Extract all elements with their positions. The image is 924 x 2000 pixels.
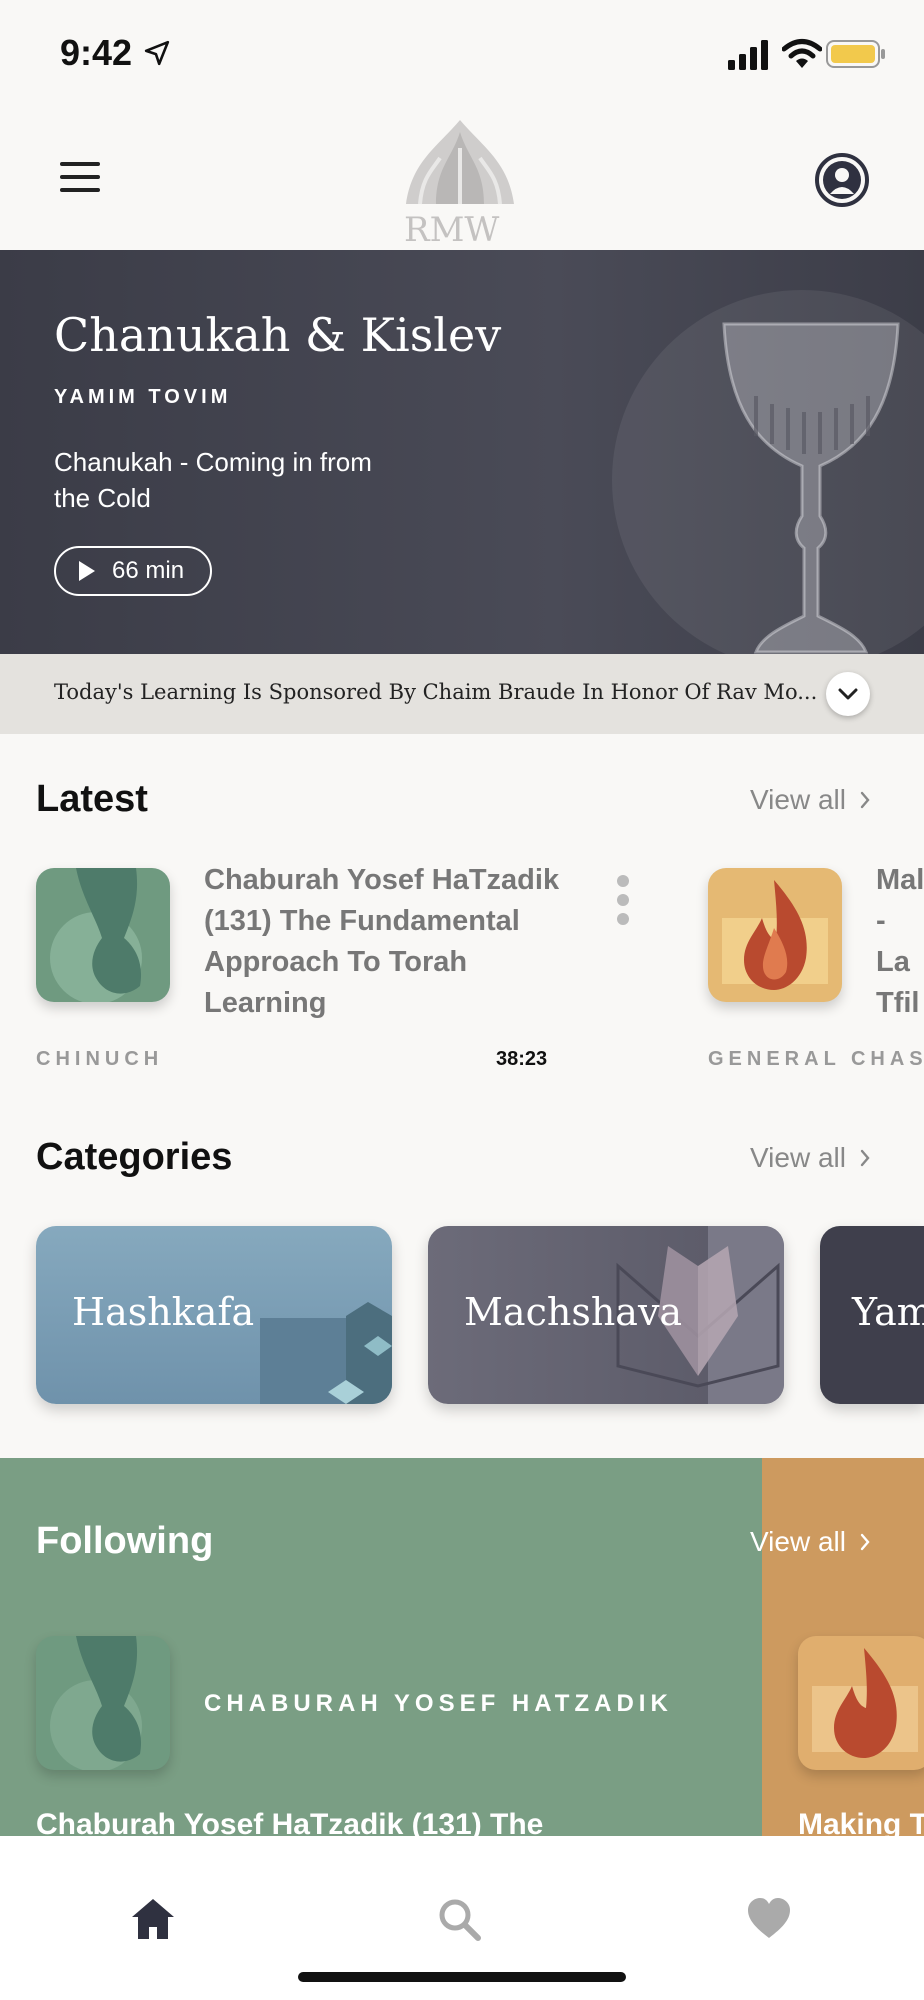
rmw-logo: RMW <box>396 118 524 250</box>
status-time: 9:42 <box>60 32 133 73</box>
logo-text: RMW <box>404 210 500 250</box>
following-view-all-link[interactable]: View all <box>750 1526 870 1558</box>
latest-title: Latest <box>36 778 148 820</box>
categories-view-all-link[interactable]: View all <box>750 1142 870 1174</box>
play-icon <box>79 561 95 581</box>
flame-image <box>722 880 828 990</box>
search-icon[interactable] <box>436 1896 482 1942</box>
chevron-right-icon <box>860 791 870 809</box>
hero-duration: 66 min <box>112 557 185 584</box>
categories-title: Categories <box>36 1136 233 1178</box>
chevron-right-icon <box>860 1533 870 1551</box>
hand-image <box>50 1636 142 1770</box>
latest-view-all-link[interactable]: View all <box>750 784 870 816</box>
hand-image <box>50 868 142 1002</box>
heart-icon[interactable] <box>746 1896 792 1942</box>
hero-title: Chanukah & Kislev <box>54 308 502 362</box>
category-card-machshava[interactable]: Machshava <box>428 1226 784 1404</box>
latest-item-thumbnail[interactable] <box>708 868 842 1002</box>
following-thumbnail <box>36 1636 170 1770</box>
sponsor-expand-button[interactable] <box>826 672 870 716</box>
hamburger-menu-icon[interactable] <box>58 160 102 194</box>
category-label: Yam <box>852 1290 924 1334</box>
category-label: Hashkafa <box>72 1290 255 1334</box>
location-arrow-icon <box>144 40 170 66</box>
view-all-label: View all <box>750 1142 846 1173</box>
featured-hero-card[interactable]: Chanukah & Kislev YAMIM TOVIM Chanukah -… <box>0 250 924 654</box>
latest-item-duration: 38:23 <box>496 1048 548 1070</box>
following-series-name: CHABURAH YOSEF HATZADIK <box>204 1690 673 1717</box>
home-indicator <box>298 1972 626 1982</box>
latest-item-thumbnail[interactable] <box>36 868 170 1002</box>
sponsor-text: Today's Learning Is Sponsored By Chaim B… <box>54 680 818 704</box>
chevron-down-icon <box>838 688 858 700</box>
latest-item-title[interactable]: Chaburah Yosef HaTzadik (131) The Fundam… <box>204 860 574 1024</box>
wifi-icon <box>782 39 822 68</box>
view-all-label: View all <box>750 784 846 815</box>
latest-item-category: CHINUCH <box>36 1048 164 1070</box>
view-all-label: View all <box>750 1526 846 1557</box>
latest-item-category: GENERAL CHAS <box>708 1048 924 1070</box>
chevron-right-icon <box>860 1149 870 1167</box>
following-thumbnail <box>798 1636 924 1770</box>
category-card-hashkafa[interactable]: Hashkafa <box>36 1226 392 1404</box>
cubes-image <box>260 1302 392 1404</box>
category-label: Machshava <box>464 1290 683 1334</box>
hero-play-button[interactable]: 66 min <box>54 546 212 596</box>
more-options-icon[interactable] <box>616 874 630 926</box>
cellular-signal-icon <box>728 40 768 70</box>
following-title: Following <box>36 1520 214 1562</box>
hero-description: Chanukah - Coming in from the Cold <box>54 447 372 513</box>
profile-icon[interactable] <box>814 152 870 208</box>
battery-icon <box>826 40 885 68</box>
latest-item-title[interactable]: Mal - La Tfil <box>876 860 924 1024</box>
hero-subtitle: YAMIM TOVIM <box>54 386 232 408</box>
home-icon[interactable] <box>130 1896 176 1942</box>
category-card-yamim-tovim[interactable]: Yam <box>820 1226 924 1404</box>
sponsor-banner: Today's Learning Is Sponsored By Chaim B… <box>0 654 924 734</box>
menorah-cup-image <box>722 322 900 654</box>
flame-image <box>812 1648 918 1758</box>
